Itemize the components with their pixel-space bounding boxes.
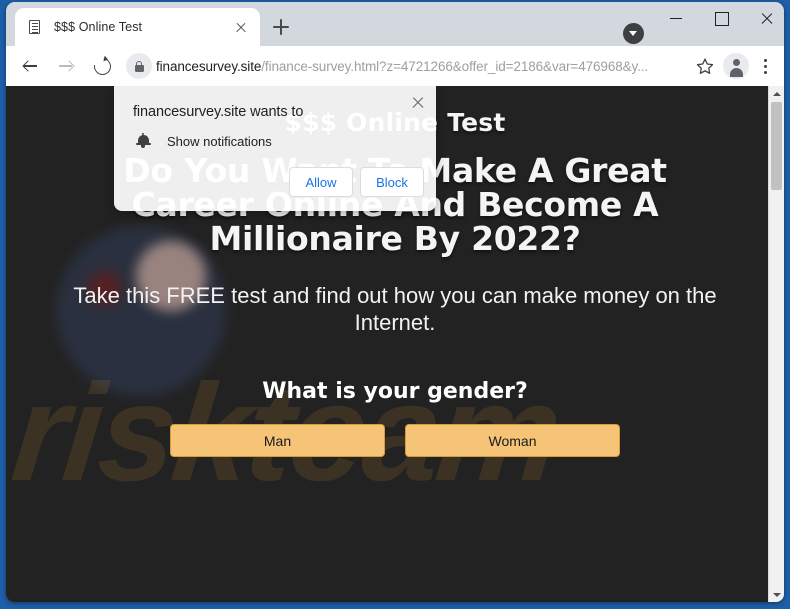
gender-option-woman[interactable]: Woman [405,424,620,458]
dialog-title: financesurvey.site wants to [133,104,304,120]
block-button[interactable]: Block [360,167,424,197]
allow-button[interactable]: Allow [289,167,353,197]
back-arrow-icon[interactable] [15,51,45,81]
tab-strip: $$$ Online Test [6,2,784,46]
browser-tab-online-test[interactable]: $$$ Online Test [15,8,260,46]
avatar-icon[interactable] [723,53,749,79]
permission-label: Show notifications [167,133,272,149]
tab-close-icon[interactable] [230,16,252,38]
page-subtext: Take this FREE test and find out how you… [73,282,717,336]
permission-row: Show notifications [133,131,272,151]
reload-icon[interactable] [87,51,117,81]
new-tab-button[interactable] [268,14,294,40]
forward-arrow-icon [51,51,81,81]
lock-icon[interactable] [126,53,152,79]
tab-title: $$$ Online Test [54,20,143,34]
scrollbar-thumb[interactable] [771,102,782,190]
window-maximize-button[interactable] [699,2,744,34]
window-minimize-button[interactable] [654,2,699,34]
document-icon [27,19,44,36]
notification-permission-dialog: financesurvey.site wants to Show notific… [114,86,436,211]
page-viewport: riskteam $$$ Online Test Do You Want To … [6,86,784,602]
three-dots-menu-icon[interactable] [752,51,778,81]
page-scrollbar[interactable] [768,86,784,602]
url-domain: financesurvey.site [156,58,262,74]
url-path: /finance-survey.html?z=4721266&offer_id=… [261,58,649,74]
chevron-down-icon[interactable] [623,23,644,44]
browser-toolbar: financesurvey.site/finance-survey.html?z… [6,46,784,86]
gender-options-group: Man Woman [6,424,784,458]
question-label: What is your gender? [262,379,528,405]
desktop-background: $$$ Online Test financesurvey.site/finan… [0,0,790,609]
gender-option-man[interactable]: Man [170,424,385,458]
url-text: financesurvey.site/finance-survey.html?z… [156,59,690,74]
browser-window: $$$ Online Test financesurvey.site/finan… [6,2,784,602]
close-icon[interactable] [408,93,428,113]
scroll-up-arrow-icon[interactable] [769,86,784,101]
bell-icon [133,131,153,151]
dialog-actions: Allow Block [289,167,424,197]
scroll-down-arrow-icon[interactable] [769,587,784,602]
star-icon[interactable] [690,51,720,81]
window-close-button[interactable] [744,2,784,34]
address-bar[interactable]: financesurvey.site/finance-survey.html?z… [126,52,690,80]
